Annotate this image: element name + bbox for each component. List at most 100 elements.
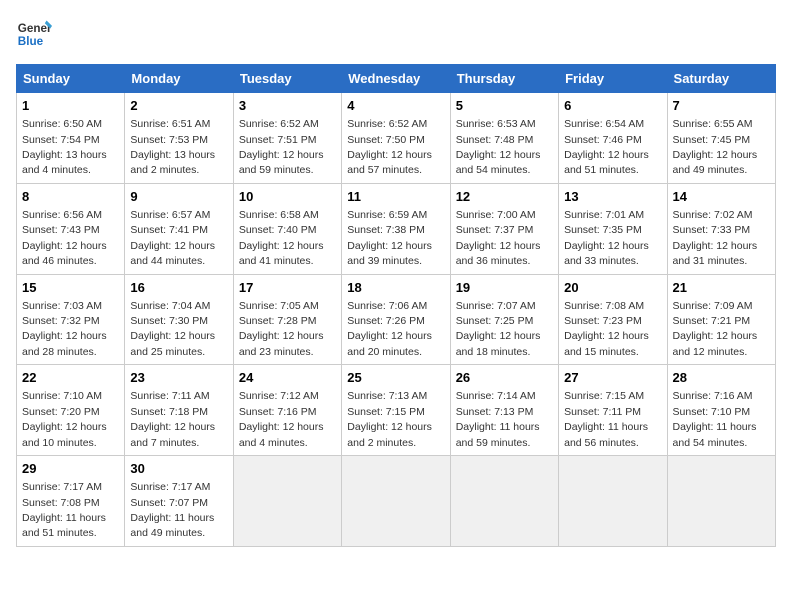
day-number: 24: [239, 369, 336, 387]
daylight: Daylight: 12 hours and 36 minutes.: [456, 240, 541, 267]
sunrise: Sunrise: 7:03 AM: [22, 300, 102, 312]
day-number: 5: [456, 97, 553, 115]
day-cell: 23 Sunrise: 7:11 AM Sunset: 7:18 PM Dayl…: [125, 365, 233, 456]
header-sunday: Sunday: [17, 65, 125, 93]
sunset: Sunset: 7:23 PM: [564, 315, 642, 327]
day-number: 19: [456, 279, 553, 297]
header-tuesday: Tuesday: [233, 65, 341, 93]
day-cell: 24 Sunrise: 7:12 AM Sunset: 7:16 PM Dayl…: [233, 365, 341, 456]
header-wednesday: Wednesday: [342, 65, 450, 93]
sunset: Sunset: 7:28 PM: [239, 315, 317, 327]
day-cell: 10 Sunrise: 6:58 AM Sunset: 7:40 PM Dayl…: [233, 183, 341, 274]
sunrise: Sunrise: 6:50 AM: [22, 118, 102, 130]
day-number: 7: [673, 97, 770, 115]
daylight: Daylight: 12 hours and 59 minutes.: [239, 149, 324, 176]
sunset: Sunset: 7:46 PM: [564, 134, 642, 146]
day-cell: 2 Sunrise: 6:51 AM Sunset: 7:53 PM Dayli…: [125, 93, 233, 184]
sunset: Sunset: 7:21 PM: [673, 315, 751, 327]
sunrise: Sunrise: 7:17 AM: [130, 481, 210, 493]
sunset: Sunset: 7:38 PM: [347, 224, 425, 236]
sunrise: Sunrise: 6:53 AM: [456, 118, 536, 130]
day-cell: 22 Sunrise: 7:10 AM Sunset: 7:20 PM Dayl…: [17, 365, 125, 456]
sunrise: Sunrise: 7:07 AM: [456, 300, 536, 312]
sunrise: Sunrise: 6:52 AM: [239, 118, 319, 130]
sunrise: Sunrise: 7:16 AM: [673, 390, 753, 402]
daylight: Daylight: 12 hours and 4 minutes.: [239, 421, 324, 448]
daylight: Daylight: 12 hours and 49 minutes.: [673, 149, 758, 176]
day-cell: 28 Sunrise: 7:16 AM Sunset: 7:10 PM Dayl…: [667, 365, 775, 456]
daylight: Daylight: 12 hours and 7 minutes.: [130, 421, 215, 448]
header-monday: Monday: [125, 65, 233, 93]
day-cell: 9 Sunrise: 6:57 AM Sunset: 7:41 PM Dayli…: [125, 183, 233, 274]
day-number: 18: [347, 279, 444, 297]
daylight: Daylight: 11 hours and 51 minutes.: [22, 512, 106, 539]
sunrise: Sunrise: 6:59 AM: [347, 209, 427, 221]
sunset: Sunset: 7:20 PM: [22, 406, 100, 418]
sunrise: Sunrise: 6:52 AM: [347, 118, 427, 130]
daylight: Daylight: 12 hours and 20 minutes.: [347, 330, 432, 357]
sunrise: Sunrise: 7:13 AM: [347, 390, 427, 402]
daylight: Daylight: 12 hours and 23 minutes.: [239, 330, 324, 357]
sunset: Sunset: 7:32 PM: [22, 315, 100, 327]
daylight: Daylight: 11 hours and 54 minutes.: [673, 421, 757, 448]
sunrise: Sunrise: 6:58 AM: [239, 209, 319, 221]
sunrise: Sunrise: 7:06 AM: [347, 300, 427, 312]
sunset: Sunset: 7:40 PM: [239, 224, 317, 236]
sunset: Sunset: 7:54 PM: [22, 134, 100, 146]
day-number: 8: [22, 188, 119, 206]
sunset: Sunset: 7:41 PM: [130, 224, 208, 236]
sunrise: Sunrise: 7:14 AM: [456, 390, 536, 402]
svg-text:Blue: Blue: [18, 35, 44, 48]
day-cell: 1 Sunrise: 6:50 AM Sunset: 7:54 PM Dayli…: [17, 93, 125, 184]
day-number: 4: [347, 97, 444, 115]
day-number: 10: [239, 188, 336, 206]
day-number: 12: [456, 188, 553, 206]
calendar-week-row: 15 Sunrise: 7:03 AM Sunset: 7:32 PM Dayl…: [17, 274, 776, 365]
day-cell: 13 Sunrise: 7:01 AM Sunset: 7:35 PM Dayl…: [559, 183, 667, 274]
sunset: Sunset: 7:26 PM: [347, 315, 425, 327]
sunrise: Sunrise: 7:02 AM: [673, 209, 753, 221]
day-number: 9: [130, 188, 227, 206]
day-cell: 15 Sunrise: 7:03 AM Sunset: 7:32 PM Dayl…: [17, 274, 125, 365]
day-cell: 30 Sunrise: 7:17 AM Sunset: 7:07 PM Dayl…: [125, 456, 233, 547]
daylight: Daylight: 12 hours and 10 minutes.: [22, 421, 107, 448]
day-cell: 17 Sunrise: 7:05 AM Sunset: 7:28 PM Dayl…: [233, 274, 341, 365]
sunset: Sunset: 7:51 PM: [239, 134, 317, 146]
day-number: 21: [673, 279, 770, 297]
sunrise: Sunrise: 7:01 AM: [564, 209, 644, 221]
sunset: Sunset: 7:35 PM: [564, 224, 642, 236]
day-number: 14: [673, 188, 770, 206]
empty-cell: [559, 456, 667, 547]
day-number: 22: [22, 369, 119, 387]
day-cell: 25 Sunrise: 7:13 AM Sunset: 7:15 PM Dayl…: [342, 365, 450, 456]
sunset: Sunset: 7:50 PM: [347, 134, 425, 146]
day-cell: 5 Sunrise: 6:53 AM Sunset: 7:48 PM Dayli…: [450, 93, 558, 184]
day-number: 6: [564, 97, 661, 115]
daylight: Daylight: 12 hours and 15 minutes.: [564, 330, 649, 357]
sunrise: Sunrise: 6:51 AM: [130, 118, 210, 130]
daylight: Daylight: 12 hours and 18 minutes.: [456, 330, 541, 357]
day-cell: 20 Sunrise: 7:08 AM Sunset: 7:23 PM Dayl…: [559, 274, 667, 365]
day-number: 11: [347, 188, 444, 206]
day-number: 16: [130, 279, 227, 297]
calendar-header-row: SundayMondayTuesdayWednesdayThursdayFrid…: [17, 65, 776, 93]
sunset: Sunset: 7:37 PM: [456, 224, 534, 236]
day-cell: 4 Sunrise: 6:52 AM Sunset: 7:50 PM Dayli…: [342, 93, 450, 184]
day-number: 17: [239, 279, 336, 297]
empty-cell: [667, 456, 775, 547]
day-cell: 3 Sunrise: 6:52 AM Sunset: 7:51 PM Dayli…: [233, 93, 341, 184]
sunset: Sunset: 7:15 PM: [347, 406, 425, 418]
sunrise: Sunrise: 7:08 AM: [564, 300, 644, 312]
sunrise: Sunrise: 6:54 AM: [564, 118, 644, 130]
calendar-week-row: 1 Sunrise: 6:50 AM Sunset: 7:54 PM Dayli…: [17, 93, 776, 184]
day-cell: 27 Sunrise: 7:15 AM Sunset: 7:11 PM Dayl…: [559, 365, 667, 456]
sunset: Sunset: 7:13 PM: [456, 406, 534, 418]
daylight: Daylight: 13 hours and 2 minutes.: [130, 149, 215, 176]
empty-cell: [233, 456, 341, 547]
sunrise: Sunrise: 6:57 AM: [130, 209, 210, 221]
sunset: Sunset: 7:16 PM: [239, 406, 317, 418]
sunset: Sunset: 7:07 PM: [130, 497, 208, 509]
sunrise: Sunrise: 7:05 AM: [239, 300, 319, 312]
daylight: Daylight: 12 hours and 25 minutes.: [130, 330, 215, 357]
day-number: 29: [22, 460, 119, 478]
